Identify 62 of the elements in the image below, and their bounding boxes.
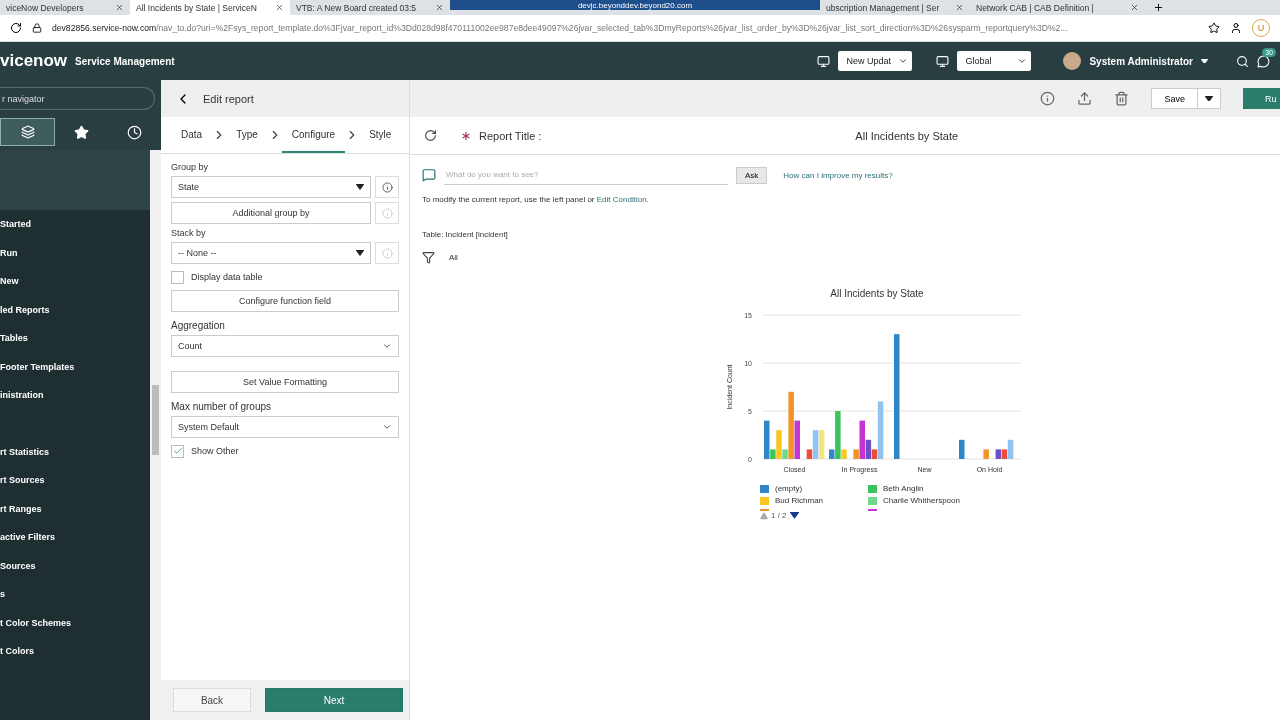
- remote-session-bar: devjc.beyonddev.beyond20.com: [450, 0, 820, 10]
- browser-tab[interactable]: ubscription Management | Ser: [820, 0, 970, 15]
- navigator-item[interactable]: t Color Schemes: [0, 608, 150, 637]
- stack-by-select[interactable]: -- None --: [171, 242, 371, 264]
- page-title: Edit report: [203, 92, 254, 105]
- step-tab[interactable]: Style: [359, 117, 402, 153]
- chart-title: All Incidents by State: [830, 288, 924, 299]
- group-by-select[interactable]: State: [171, 176, 371, 198]
- filter-condition: All: [449, 253, 458, 262]
- step-tab[interactable]: Data: [171, 117, 213, 153]
- field-label: Group by: [171, 162, 210, 172]
- navigator-item[interactable]: rt Sources: [0, 466, 150, 495]
- navigator-item[interactable]: t Colors: [0, 637, 150, 666]
- navigator-item[interactable]: Started: [0, 210, 150, 239]
- navigator-item[interactable]: rt Ranges: [0, 494, 150, 523]
- navigator-item[interactable]: inistration: [0, 381, 150, 410]
- checkbox-label: Show Other: [191, 446, 239, 456]
- field-label: Stack by: [171, 228, 207, 238]
- navigator-item[interactable]: rt Statistics: [0, 437, 150, 466]
- update-set-select[interactable]: New Updat: [838, 51, 913, 71]
- navigator-item[interactable]: Footer Templates: [0, 352, 150, 381]
- user-menu[interactable]: System Administrator: [1089, 55, 1193, 67]
- legend-page-number: 1 / 2: [771, 511, 787, 520]
- hint-text: To modify the current report, use the left panel or Edit Condition.: [422, 195, 650, 204]
- logo: vicenow: [0, 51, 68, 71]
- additional-group-by-button[interactable]: Additional group by: [171, 202, 371, 224]
- report-title-label: Report Title :: [479, 129, 542, 142]
- report-title[interactable]: All Incidents by State: [855, 129, 959, 142]
- browser-tab[interactable]: VTB: A New Board created 03:5: [290, 0, 450, 15]
- back-button[interactable]: Back: [173, 688, 251, 712]
- legend-item[interactable]: Bud Richman: [760, 495, 868, 506]
- checkbox-label: Display data table: [191, 272, 263, 282]
- step-tab[interactable]: Configure: [281, 117, 346, 153]
- browser-tab[interactable]: viceNow Developers: [0, 0, 130, 15]
- product-name: Service Management: [75, 55, 175, 67]
- browser-tab[interactable]: All Incidents by State | ServiceN: [130, 0, 290, 15]
- table-name: Table: Incident [incident]: [422, 230, 509, 239]
- navigator-item[interactable]: s: [0, 580, 150, 609]
- field-label: Max number of groups: [171, 401, 273, 412]
- navigator-item[interactable]: Run: [0, 238, 150, 267]
- navigator-item[interactable]: Tables: [0, 324, 150, 353]
- help-link[interactable]: How can I improve my results?: [783, 170, 893, 180]
- navigator-item[interactable]: led Reports: [0, 295, 150, 324]
- configure-function-field-button[interactable]: Configure function field: [171, 290, 399, 312]
- field-label: Aggregation: [171, 320, 226, 331]
- step-tab[interactable]: Type: [226, 117, 268, 153]
- legend-item[interactable]: Charlie Whitherspoon: [868, 495, 978, 506]
- navigator-item[interactable]: New: [0, 267, 150, 296]
- scope-select[interactable]: Global: [957, 51, 1032, 71]
- ask-button[interactable]: Ask: [736, 166, 768, 184]
- edit-condition-link[interactable]: Edit Condition.: [596, 195, 649, 204]
- legend-item[interactable]: (empty): [760, 483, 868, 494]
- max-groups-select[interactable]: System Default: [171, 416, 399, 438]
- set-value-formatting-button[interactable]: Set Value Formatting: [171, 371, 399, 393]
- navigator-item[interactable]: active Filters: [0, 523, 150, 552]
- legend-item[interactable]: Beth Anglin: [868, 483, 978, 494]
- navigator-item[interactable]: Sources: [0, 551, 150, 580]
- next-button[interactable]: Next: [265, 688, 403, 712]
- browser-tab[interactable]: Network CAB | CAB Definition |: [970, 0, 1145, 15]
- run-button[interactable]: Ru: [1243, 88, 1280, 109]
- aggregation-select[interactable]: Count: [171, 335, 399, 357]
- address-field[interactable]: dev82856.service-now.com/nav_to.do?uri=%2Fsys_report_template.do%3Fjvar_report_id%3Dd028d98f470111002ee987e8dee49097%26jvar_selected_tab%3DmyReports%26jvar_list_order_by%3D%26jvar_list_sort_direction%3D%26sysparm_reportquery%3D%2...: [52, 23, 1198, 33]
